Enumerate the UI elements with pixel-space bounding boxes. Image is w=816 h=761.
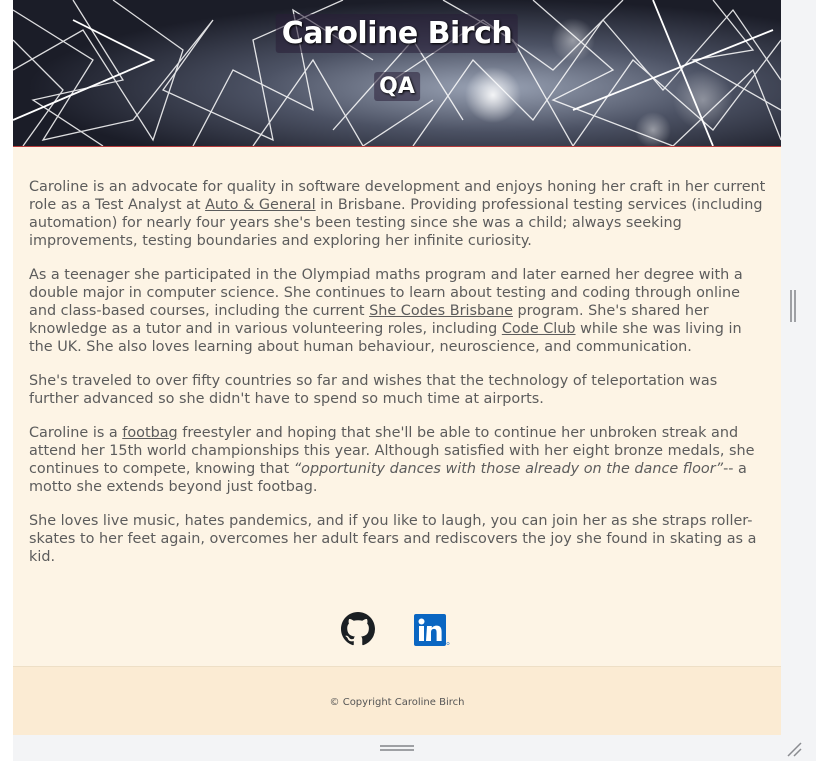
footer: © Copyright Caroline Birch: [13, 666, 781, 735]
social-links: [13, 612, 781, 652]
bio-text: Caroline is a: [29, 425, 123, 441]
bio-paragraph-5: She loves live music, hates pandemics, a…: [29, 513, 757, 565]
resize-grip-icon[interactable]: [786, 741, 802, 757]
github-icon: [341, 612, 375, 646]
footbag-link[interactable]: footbag: [122, 425, 177, 441]
page-title: Caroline Birch: [275, 14, 519, 53]
she-codes-brisbane-link[interactable]: She Codes Brisbane: [369, 303, 513, 319]
auto-general-link[interactable]: Auto & General: [205, 197, 316, 213]
github-link[interactable]: [341, 612, 375, 646]
bio-paragraph-2: As a teenager she participated in the Ol…: [29, 266, 769, 356]
bio-section: Caroline is an advocate for quality in s…: [29, 178, 769, 582]
bio-paragraph-1: Caroline is an advocate for quality in s…: [29, 178, 769, 250]
bio-paragraph-4: Caroline is a footbag freestyler and hop…: [29, 424, 769, 496]
page: Caroline Birch QA Caroline is an advocat…: [13, 0, 781, 735]
motto-quote: “opportunity dances with those already o…: [293, 461, 724, 477]
side-panel-drag-handle[interactable]: [790, 290, 796, 322]
copyright-text: © Copyright Caroline Birch: [329, 697, 465, 708]
window-left-edge: [0, 0, 13, 761]
linkedin-icon: [414, 614, 450, 646]
bio-paragraph-3: She's traveled to over fifty countries s…: [29, 373, 718, 407]
role-subtitle: QA: [374, 72, 420, 101]
linkedin-link[interactable]: [414, 614, 450, 646]
bottom-panel-drag-handle[interactable]: [380, 745, 414, 753]
hero-banner: Caroline Birch QA: [13, 0, 781, 147]
code-club-link[interactable]: Code Club: [502, 321, 576, 337]
